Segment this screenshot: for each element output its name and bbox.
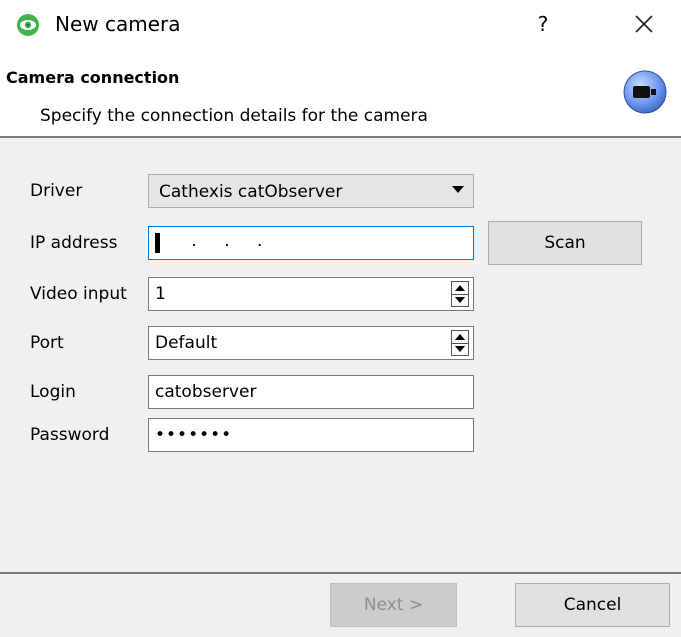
- arrow-up-icon: [455, 334, 465, 340]
- chevron-down-icon: [452, 186, 464, 193]
- title-bar: New camera ?: [0, 0, 681, 52]
- password-field[interactable]: •••••••: [148, 418, 474, 452]
- video-input-stepper[interactable]: 1: [148, 277, 474, 311]
- driver-select-value: Cathexis catObserver: [159, 182, 343, 202]
- cancel-button[interactable]: Cancel: [515, 583, 670, 627]
- video-input-label: Video input: [30, 284, 127, 304]
- video-input-value: 1: [155, 284, 166, 304]
- port-value: Default: [155, 333, 218, 353]
- green-eye-icon: [17, 14, 39, 36]
- spin-down-button[interactable]: [452, 294, 468, 306]
- scan-button[interactable]: Scan: [488, 221, 642, 265]
- camera-icon: [623, 70, 667, 114]
- password-value: •••••••: [155, 425, 233, 445]
- ip-address-input[interactable]: . . .: [148, 226, 474, 260]
- window-title: New camera: [55, 12, 181, 36]
- arrow-up-icon: [455, 285, 465, 291]
- next-button[interactable]: Next >: [330, 583, 457, 627]
- connection-form: Driver Cathexis catObserver IP address .…: [0, 138, 681, 572]
- ip-address-value: . . .: [175, 231, 274, 251]
- ip-address-label: IP address: [30, 233, 118, 253]
- page-title: Camera connection: [6, 68, 180, 87]
- login-value: catobserver: [155, 382, 257, 402]
- help-button[interactable]: ?: [528, 8, 558, 40]
- spin-buttons: [451, 330, 469, 356]
- driver-select[interactable]: Cathexis catObserver: [148, 174, 474, 208]
- spin-down-button[interactable]: [452, 343, 468, 355]
- port-label: Port: [30, 333, 64, 353]
- text-caret: [155, 233, 160, 253]
- password-label: Password: [30, 425, 110, 445]
- close-icon[interactable]: [628, 8, 660, 40]
- page-subtitle: Specify the connection details for the c…: [40, 106, 428, 126]
- port-stepper[interactable]: Default: [148, 326, 474, 360]
- login-label: Login: [30, 382, 76, 402]
- arrow-down-icon: [455, 297, 465, 303]
- wizard-header: Camera connection Specify the connection…: [0, 52, 681, 136]
- spin-buttons: [451, 281, 469, 307]
- dialog-footer: Next > Cancel: [0, 574, 681, 637]
- arrow-down-icon: [455, 346, 465, 352]
- login-field[interactable]: catobserver: [148, 375, 474, 409]
- driver-label: Driver: [30, 181, 83, 201]
